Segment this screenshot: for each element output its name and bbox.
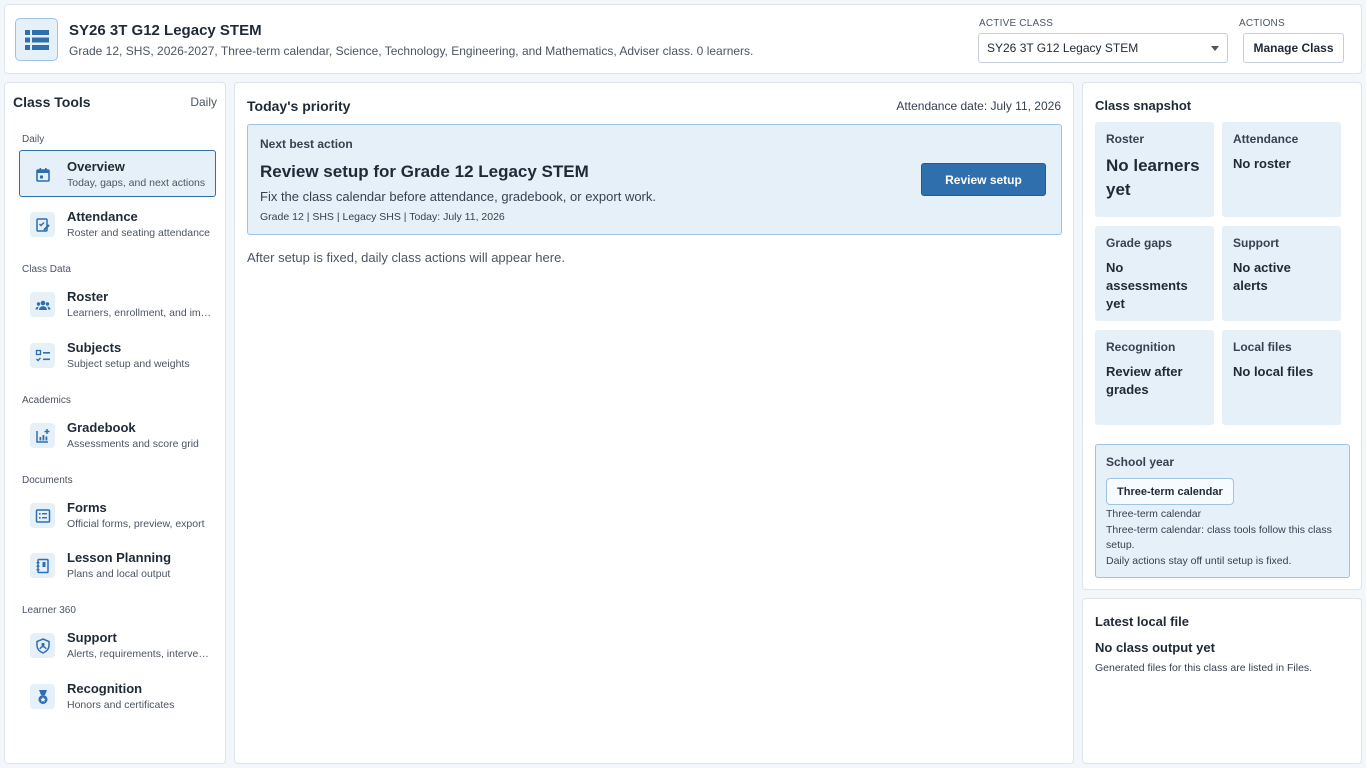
- group-documents: Documents: [22, 475, 73, 486]
- class-tools-sidebar: Class Tools Daily Daily Overview Today, …: [4, 82, 226, 764]
- school-year-caption: School year: [1106, 455, 1175, 469]
- active-class-select[interactable]: SY26 3T G12 Legacy STEM: [978, 33, 1228, 63]
- notebook-icon: [30, 553, 55, 578]
- school-year-line: Three-term calendar: class tools follow …: [1106, 524, 1332, 551]
- section-title: Today's priority: [247, 98, 351, 114]
- page-title: SY26 3T G12 Legacy STEM: [69, 22, 262, 39]
- sidebar-item-subjects[interactable]: Subjects Subject setup and weights: [19, 331, 216, 378]
- school-year-line: Daily actions stay off until setup is fi…: [1106, 555, 1292, 567]
- group-daily: Daily: [22, 134, 45, 145]
- checklist-icon: [30, 343, 55, 368]
- tile-recognition[interactable]: Recognition Review after grades: [1095, 330, 1214, 425]
- chevron-down-icon: [1211, 45, 1219, 51]
- latest-local-file-panel: Latest local file No class output yet Ge…: [1082, 598, 1362, 764]
- chart-plus-icon: [30, 423, 55, 448]
- sidebar-item-forms[interactable]: Forms Official forms, preview, export: [19, 491, 216, 538]
- calendar-type-chip[interactable]: Three-term calendar: [1106, 478, 1234, 505]
- review-setup-button[interactable]: Review setup: [921, 163, 1046, 196]
- sidebar-item-overview[interactable]: Overview Today, gaps, and next actions: [19, 150, 216, 197]
- active-class-caption: ACTIVE CLASS: [979, 18, 1054, 29]
- latest-file-note: Generated files for this class are liste…: [1095, 662, 1313, 674]
- edit-checklist-icon: [30, 212, 55, 237]
- latest-file-title: Latest local file: [1095, 614, 1189, 629]
- medal-icon: [30, 684, 55, 709]
- group-academics: Academics: [22, 395, 71, 406]
- people-icon: [30, 292, 55, 317]
- shield-icon: [30, 633, 55, 658]
- tile-roster[interactable]: Roster No learners yet: [1095, 122, 1214, 217]
- sidebar-item-attendance[interactable]: Attendance Roster and seating attendance: [19, 200, 216, 247]
- group-learner-360: Learner 360: [22, 605, 76, 616]
- calendar-icon: [30, 162, 55, 187]
- list-menu-icon[interactable]: [15, 18, 58, 61]
- nba-meta: Grade 12 | SHS | Legacy SHS | Today: Jul…: [260, 211, 505, 223]
- school-year-card: School year Three-term calendar Three-te…: [1095, 444, 1350, 578]
- empty-state-note: After setup is fixed, daily class action…: [247, 250, 565, 265]
- form-icon: [30, 503, 55, 528]
- sidebar-item-support[interactable]: Support Alerts, requirements, interventi…: [19, 621, 216, 668]
- actions-caption: ACTIONS: [1239, 18, 1285, 29]
- sidebar-item-recognition[interactable]: Recognition Honors and certificates: [19, 672, 216, 719]
- sidebar-item-gradebook[interactable]: Gradebook Assessments and score grid: [19, 411, 216, 458]
- manage-class-button[interactable]: Manage Class: [1243, 33, 1344, 63]
- attendance-date: Attendance date: July 11, 2026: [896, 99, 1061, 113]
- active-class-value: SY26 3T G12 Legacy STEM: [987, 41, 1139, 55]
- nba-title: Review setup for Grade 12 Legacy STEM: [260, 162, 589, 181]
- nba-caption: Next best action: [260, 137, 353, 151]
- nba-description: Fix the class calendar before attendance…: [260, 189, 656, 204]
- class-snapshot-panel: Class snapshot Roster No learners yet At…: [1082, 82, 1362, 590]
- sidebar-title: Class Tools: [13, 94, 91, 110]
- main-panel: Today's priority Attendance date: July 1…: [234, 82, 1074, 764]
- tile-grade-gaps[interactable]: Grade gaps No assessments yet: [1095, 226, 1214, 321]
- sidebar-item-roster[interactable]: Roster Learners, enrollment, and import: [19, 280, 216, 327]
- tile-support[interactable]: Support No active alerts: [1222, 226, 1341, 321]
- snapshot-title: Class snapshot: [1095, 98, 1192, 113]
- class-summary: Grade 12, SHS, 2026-2027, Three-term cal…: [69, 44, 754, 58]
- tile-local-files[interactable]: Local files No local files: [1222, 330, 1341, 425]
- next-best-action-card: Next best action Review setup for Grade …: [247, 124, 1062, 235]
- class-header: SY26 3T G12 Legacy STEM Grade 12, SHS, 2…: [4, 4, 1362, 74]
- sidebar-item-lesson-planning[interactable]: Lesson Planning Plans and local output: [19, 541, 216, 588]
- sidebar-mode-badge: Daily: [190, 95, 217, 109]
- group-class-data: Class Data: [22, 264, 71, 275]
- tile-attendance[interactable]: Attendance No roster: [1222, 122, 1341, 217]
- latest-file-status: No class output yet: [1095, 640, 1215, 655]
- school-year-line: Three-term calendar: [1106, 508, 1202, 520]
